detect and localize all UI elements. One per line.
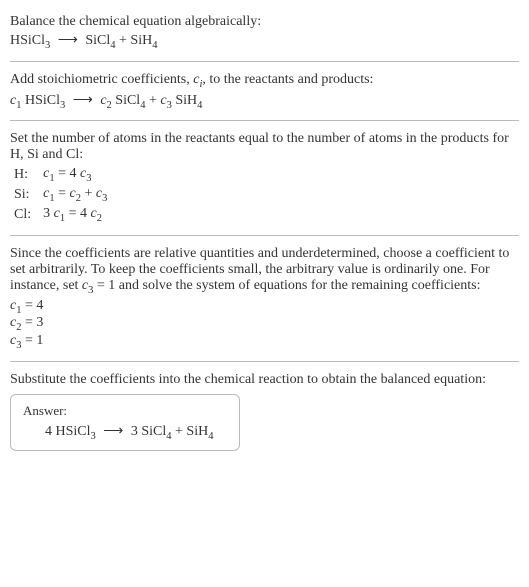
underdetermined-section: Since the coefficients are relative quan… — [10, 240, 519, 357]
unbalanced-equation: HSiCl3 ⟶ SiCl4 + SiH4 — [10, 32, 519, 51]
coeff-c2: c2 = 3 — [10, 315, 519, 333]
coefficient-list: c1 = 4 c2 = 3 c3 = 1 — [10, 298, 519, 351]
stoich-equation: c1 HSiCl3 ⟶ c2 SiCl4 + c3 SiH4 — [10, 92, 519, 111]
divider — [10, 361, 519, 362]
divider — [10, 235, 519, 236]
title-text: Balance the chemical equation algebraica… — [10, 14, 519, 30]
species-sih4: SiH4 — [130, 33, 157, 48]
table-row: H: c1 = 4 c3 — [10, 165, 111, 185]
atom-label-si: Si: — [10, 185, 39, 205]
species-hsicl3: HSiCl3 — [10, 33, 50, 48]
coeff-c1: c1 = 4 — [10, 298, 519, 316]
table-row: Cl: 3 c1 = 4 c2 — [10, 205, 111, 225]
stoich-text: Add stoichiometric coefficients, ci, to … — [10, 72, 519, 90]
atoms-section: Set the number of atoms in the reactants… — [10, 125, 519, 230]
arrow-icon: ⟶ — [103, 423, 123, 440]
species-sicl4: SiCl4 — [85, 33, 115, 48]
intro-section: Balance the chemical equation algebraica… — [10, 8, 519, 57]
table-row: Si: c1 = c2 + c3 — [10, 185, 111, 205]
atom-eq-cl: 3 c1 = 4 c2 — [39, 205, 111, 225]
underdetermined-text: Since the coefficients are relative quan… — [10, 246, 519, 296]
coeff-c3: c3 = 1 — [10, 333, 519, 351]
divider — [10, 61, 519, 62]
balanced-equation: 4 HSiCl3 ⟶ 3 SiCl4 + SiH4 — [23, 423, 227, 442]
atom-eq-h: c1 = 4 c3 — [39, 165, 111, 185]
substitute-text: Substitute the coefficients into the che… — [10, 372, 519, 388]
answer-label: Answer: — [23, 403, 227, 419]
atoms-intro: Set the number of atoms in the reactants… — [10, 131, 519, 163]
divider — [10, 120, 519, 121]
atoms-table: H: c1 = 4 c3 Si: c1 = c2 + c3 Cl: 3 c1 =… — [10, 165, 111, 224]
stoich-section: Add stoichiometric coefficients, ci, to … — [10, 66, 519, 117]
arrow-icon: ⟶ — [58, 32, 78, 49]
atom-eq-si: c1 = c2 + c3 — [39, 185, 111, 205]
atom-label-h: H: — [10, 165, 39, 185]
arrow-icon: ⟶ — [73, 92, 93, 109]
atom-label-cl: Cl: — [10, 205, 39, 225]
answer-section: Substitute the coefficients into the che… — [10, 366, 519, 457]
answer-box: Answer: 4 HSiCl3 ⟶ 3 SiCl4 + SiH4 — [10, 394, 240, 451]
